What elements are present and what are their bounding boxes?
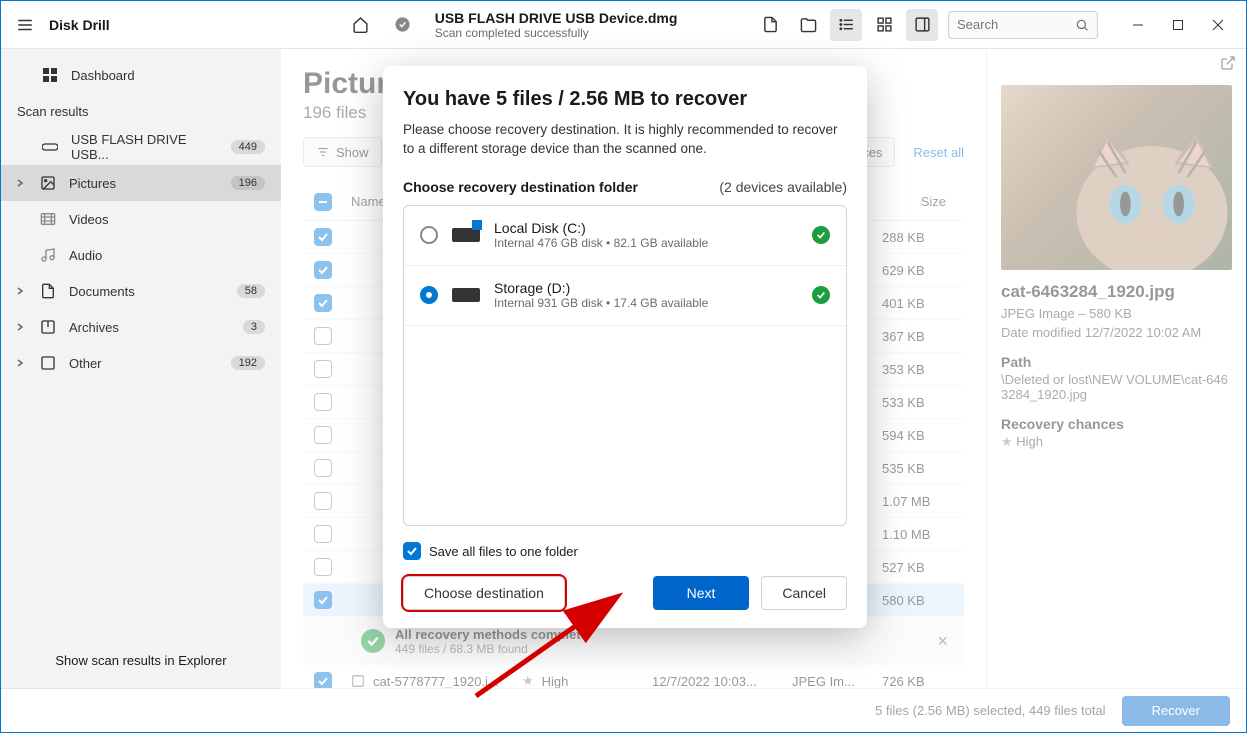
sidebar-item-pictures[interactable]: Pictures 196 bbox=[1, 165, 281, 201]
save-all-label: Save all files to one folder bbox=[429, 544, 578, 559]
available-badge-icon bbox=[812, 286, 830, 304]
sidebar-label: Videos bbox=[69, 212, 265, 227]
grid-view-icon[interactable] bbox=[868, 9, 900, 41]
sidebar-label: Documents bbox=[69, 284, 225, 299]
drive-subtitle: Scan completed successfully bbox=[435, 26, 678, 40]
archives-icon bbox=[39, 319, 57, 335]
show-in-explorer-link[interactable]: Show scan results in Explorer bbox=[55, 653, 226, 668]
sidebar-label-drive: USB FLASH DRIVE USB... bbox=[71, 132, 219, 162]
sidebar-badge-drive: 449 bbox=[231, 140, 265, 154]
sidebar-badge: 196 bbox=[231, 176, 265, 190]
search-icon bbox=[1075, 18, 1089, 32]
topbar: Disk Drill USB FLASH DRIVE USB Device.dm… bbox=[1, 1, 1246, 49]
videos-icon bbox=[39, 211, 57, 227]
sidebar-label: Archives bbox=[69, 320, 231, 335]
sidebar-badge: 58 bbox=[237, 284, 265, 298]
search-field[interactable] bbox=[957, 17, 1075, 32]
modal-title: You have 5 files / 2.56 MB to recover bbox=[403, 88, 847, 111]
minimize-button[interactable] bbox=[1118, 10, 1158, 40]
sidebar-label-dashboard: Dashboard bbox=[71, 68, 265, 83]
sidebar-item-documents[interactable]: Documents 58 bbox=[1, 273, 281, 309]
sidebar-item-audio[interactable]: Audio bbox=[1, 237, 281, 273]
folder-icon[interactable] bbox=[792, 9, 824, 41]
sidebar-item-drive[interactable]: USB FLASH DRIVE USB... 449 bbox=[1, 129, 281, 165]
sidebar-item-videos[interactable]: Videos bbox=[1, 201, 281, 237]
disk-icon bbox=[452, 288, 480, 302]
sidebar-label: Audio bbox=[69, 248, 265, 263]
pictures-icon bbox=[39, 175, 57, 191]
scan-complete-icon bbox=[387, 9, 419, 41]
audio-icon bbox=[39, 247, 57, 263]
maximize-button[interactable] bbox=[1158, 10, 1198, 40]
drive-title: USB FLASH DRIVE USB Device.dmg bbox=[435, 10, 678, 26]
available-badge-icon bbox=[812, 226, 830, 244]
other-icon bbox=[39, 355, 57, 371]
app-title: Disk Drill bbox=[49, 17, 110, 33]
file-icon[interactable] bbox=[754, 9, 786, 41]
destination-item[interactable]: Local Disk (C:)Internal 476 GB disk • 82… bbox=[404, 206, 846, 266]
documents-icon bbox=[39, 283, 57, 299]
cancel-button[interactable]: Cancel bbox=[761, 576, 847, 610]
dashboard-icon bbox=[41, 67, 59, 83]
sidebar-item-other[interactable]: Other 192 bbox=[1, 345, 281, 381]
sidebar-heading-scan: Scan results bbox=[1, 93, 281, 129]
destination-radio[interactable] bbox=[420, 286, 438, 304]
destination-item[interactable]: Storage (D:)Internal 931 GB disk • 17.4 … bbox=[404, 266, 846, 326]
sidebar-item-archives[interactable]: Archives 3 bbox=[1, 309, 281, 345]
devices-available: (2 devices available) bbox=[719, 179, 847, 195]
sidebar-label: Other bbox=[69, 356, 219, 371]
sidebar-badge: 3 bbox=[243, 320, 265, 334]
drive-icon bbox=[41, 142, 59, 152]
destination-list: Local Disk (C:)Internal 476 GB disk • 82… bbox=[403, 205, 847, 526]
sidebar-label: Pictures bbox=[69, 176, 219, 191]
destination-radio[interactable] bbox=[420, 226, 438, 244]
search-input[interactable] bbox=[948, 11, 1098, 39]
close-button[interactable] bbox=[1198, 10, 1238, 40]
recovery-modal: You have 5 files / 2.56 MB to recover Pl… bbox=[383, 66, 867, 628]
choose-dest-label: Choose recovery destination folder bbox=[403, 179, 638, 195]
preview-panel-icon[interactable] bbox=[906, 9, 938, 41]
disk-icon bbox=[452, 228, 480, 242]
menu-button[interactable] bbox=[9, 9, 41, 41]
modal-desc: Please choose recovery destination. It i… bbox=[403, 121, 847, 159]
home-icon[interactable] bbox=[345, 9, 377, 41]
sidebar: Dashboard Scan results USB FLASH DRIVE U… bbox=[1, 49, 281, 688]
sidebar-item-dashboard[interactable]: Dashboard bbox=[1, 57, 281, 93]
save-all-checkbox[interactable] bbox=[403, 542, 421, 560]
choose-destination-button[interactable]: Choose destination bbox=[403, 576, 565, 610]
list-view-icon[interactable] bbox=[830, 9, 862, 41]
next-button[interactable]: Next bbox=[653, 576, 750, 610]
sidebar-badge: 192 bbox=[231, 356, 265, 370]
